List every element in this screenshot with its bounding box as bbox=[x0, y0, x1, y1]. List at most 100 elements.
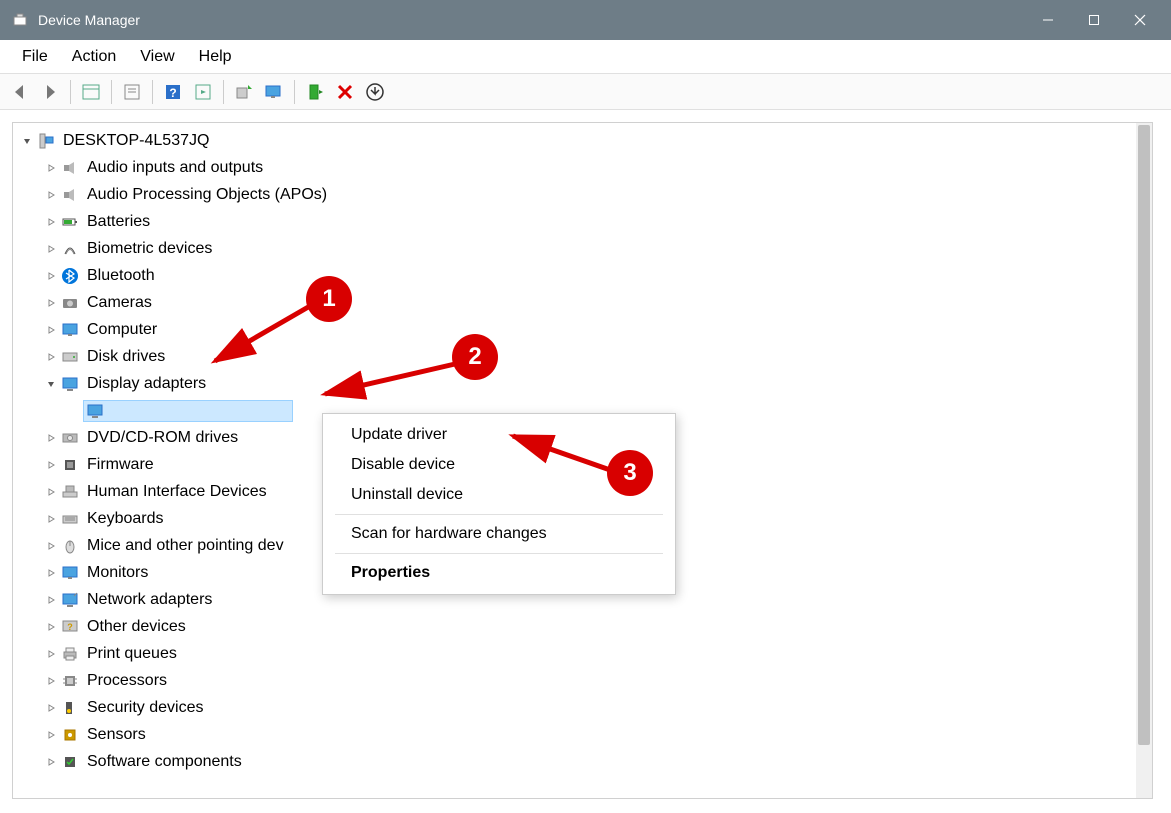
chevron-right-icon[interactable] bbox=[43, 241, 59, 257]
maximize-button[interactable] bbox=[1071, 0, 1117, 40]
network-icon bbox=[61, 591, 79, 609]
menu-view[interactable]: View bbox=[128, 44, 186, 70]
sensor-icon bbox=[61, 726, 79, 744]
tree-category-label: Biometric devices bbox=[87, 240, 212, 258]
close-button[interactable] bbox=[1117, 0, 1163, 40]
tree-category-label: Display adapters bbox=[87, 375, 206, 393]
security-icon bbox=[61, 699, 79, 717]
tree-category-disk[interactable]: Disk drives bbox=[19, 343, 1152, 370]
chevron-right-icon[interactable] bbox=[43, 160, 59, 176]
ctx-scan-hardware[interactable]: Scan for hardware changes bbox=[323, 519, 675, 549]
chevron-right-icon[interactable] bbox=[43, 295, 59, 311]
chevron-right-icon[interactable] bbox=[43, 754, 59, 770]
tree-root[interactable]: DESKTOP-4L537JQ bbox=[19, 127, 1152, 154]
chevron-right-icon[interactable] bbox=[43, 268, 59, 284]
help-button[interactable]: ? bbox=[159, 78, 187, 106]
chevron-right-icon[interactable] bbox=[43, 484, 59, 500]
tree-category-label: Bluetooth bbox=[87, 267, 155, 285]
chevron-right-icon[interactable] bbox=[43, 565, 59, 581]
annotation-badge-1: 1 bbox=[306, 276, 352, 322]
show-hide-tree-button[interactable] bbox=[77, 78, 105, 106]
printer-icon bbox=[61, 645, 79, 663]
toolbar-separator bbox=[294, 80, 295, 104]
bluetooth-icon bbox=[61, 267, 79, 285]
speaker-icon bbox=[61, 159, 79, 177]
tree-category-audio-apo[interactable]: Audio Processing Objects (APOs) bbox=[19, 181, 1152, 208]
tree-category-display[interactable]: Display adapters bbox=[19, 370, 1152, 397]
tree-category-label: Print queues bbox=[87, 645, 177, 663]
chevron-down-icon[interactable] bbox=[43, 376, 59, 392]
chevron-right-icon[interactable] bbox=[43, 646, 59, 662]
chevron-right-icon[interactable] bbox=[43, 592, 59, 608]
scrollbar-thumb[interactable] bbox=[1138, 125, 1150, 745]
tree-category-other[interactable]: ? Other devices bbox=[19, 613, 1152, 640]
chevron-right-icon[interactable] bbox=[43, 673, 59, 689]
tree-category-software[interactable]: Software components bbox=[19, 748, 1152, 775]
tree-category-label: Cameras bbox=[87, 294, 152, 312]
chevron-right-icon[interactable] bbox=[43, 538, 59, 554]
annotation-arrow-2 bbox=[310, 356, 470, 406]
ctx-properties[interactable]: Properties bbox=[323, 558, 675, 588]
chevron-right-icon[interactable] bbox=[43, 430, 59, 446]
tree-category-label: Software components bbox=[87, 753, 242, 771]
keyboard-icon bbox=[61, 510, 79, 528]
display-icon bbox=[61, 375, 79, 393]
chevron-down-icon[interactable] bbox=[19, 133, 35, 149]
chevron-right-icon[interactable] bbox=[43, 700, 59, 716]
menu-help[interactable]: Help bbox=[187, 44, 244, 70]
scan-hardware-button[interactable] bbox=[260, 78, 288, 106]
tree-category-sensors[interactable]: Sensors bbox=[19, 721, 1152, 748]
toolbar: ? bbox=[0, 74, 1171, 110]
toolbar-separator bbox=[152, 80, 153, 104]
svg-text:?: ? bbox=[169, 86, 176, 100]
scan-changes-button[interactable] bbox=[361, 78, 389, 106]
monitor-icon bbox=[61, 321, 79, 339]
tree-root-label: DESKTOP-4L537JQ bbox=[63, 132, 209, 150]
menu-action[interactable]: Action bbox=[60, 44, 128, 70]
tree-category-biometric[interactable]: Biometric devices bbox=[19, 235, 1152, 262]
menu-file[interactable]: File bbox=[10, 44, 60, 70]
chevron-right-icon[interactable] bbox=[43, 322, 59, 338]
enable-device-button[interactable] bbox=[301, 78, 329, 106]
back-button[interactable] bbox=[6, 78, 34, 106]
tree-category-label: Computer bbox=[87, 321, 157, 339]
tree-category-batteries[interactable]: Batteries bbox=[19, 208, 1152, 235]
tree-category-label: Other devices bbox=[87, 618, 186, 636]
disk-icon bbox=[61, 348, 79, 366]
tree-category-audio-io[interactable]: Audio inputs and outputs bbox=[19, 154, 1152, 181]
app-icon bbox=[12, 12, 28, 28]
unknown-icon: ? bbox=[61, 618, 79, 636]
action-button[interactable] bbox=[189, 78, 217, 106]
camera-icon bbox=[61, 294, 79, 312]
chevron-right-icon[interactable] bbox=[43, 214, 59, 230]
chevron-right-icon[interactable] bbox=[43, 727, 59, 743]
properties-button[interactable] bbox=[118, 78, 146, 106]
chevron-right-icon[interactable] bbox=[43, 511, 59, 527]
tree-category-processors[interactable]: Processors bbox=[19, 667, 1152, 694]
forward-button[interactable] bbox=[36, 78, 64, 106]
tree-category-label: Batteries bbox=[87, 213, 150, 231]
chevron-right-icon[interactable] bbox=[43, 187, 59, 203]
tree-category-print[interactable]: Print queues bbox=[19, 640, 1152, 667]
tree-category-label: Sensors bbox=[87, 726, 146, 744]
chevron-right-icon[interactable] bbox=[43, 457, 59, 473]
tree-category-bluetooth[interactable]: Bluetooth bbox=[19, 262, 1152, 289]
menu-bar: File Action View Help bbox=[0, 40, 1171, 74]
tree-category-security[interactable]: Security devices bbox=[19, 694, 1152, 721]
uninstall-button[interactable] bbox=[331, 78, 359, 106]
tree-category-label: Monitors bbox=[87, 564, 148, 582]
battery-icon bbox=[61, 213, 79, 231]
chevron-right-icon[interactable] bbox=[43, 619, 59, 635]
tree-category-computer[interactable]: Computer bbox=[19, 316, 1152, 343]
tree-category-cameras[interactable]: Cameras bbox=[19, 289, 1152, 316]
fingerprint-icon bbox=[61, 240, 79, 258]
cpu-icon bbox=[61, 672, 79, 690]
minimize-button[interactable] bbox=[1025, 0, 1071, 40]
tree-category-label: Audio inputs and outputs bbox=[87, 159, 263, 177]
annotation-badge-3: 3 bbox=[607, 450, 653, 496]
vertical-scrollbar[interactable] bbox=[1136, 123, 1152, 798]
speaker-icon bbox=[61, 186, 79, 204]
update-driver-button[interactable] bbox=[230, 78, 258, 106]
software-icon bbox=[61, 753, 79, 771]
chevron-right-icon[interactable] bbox=[43, 349, 59, 365]
